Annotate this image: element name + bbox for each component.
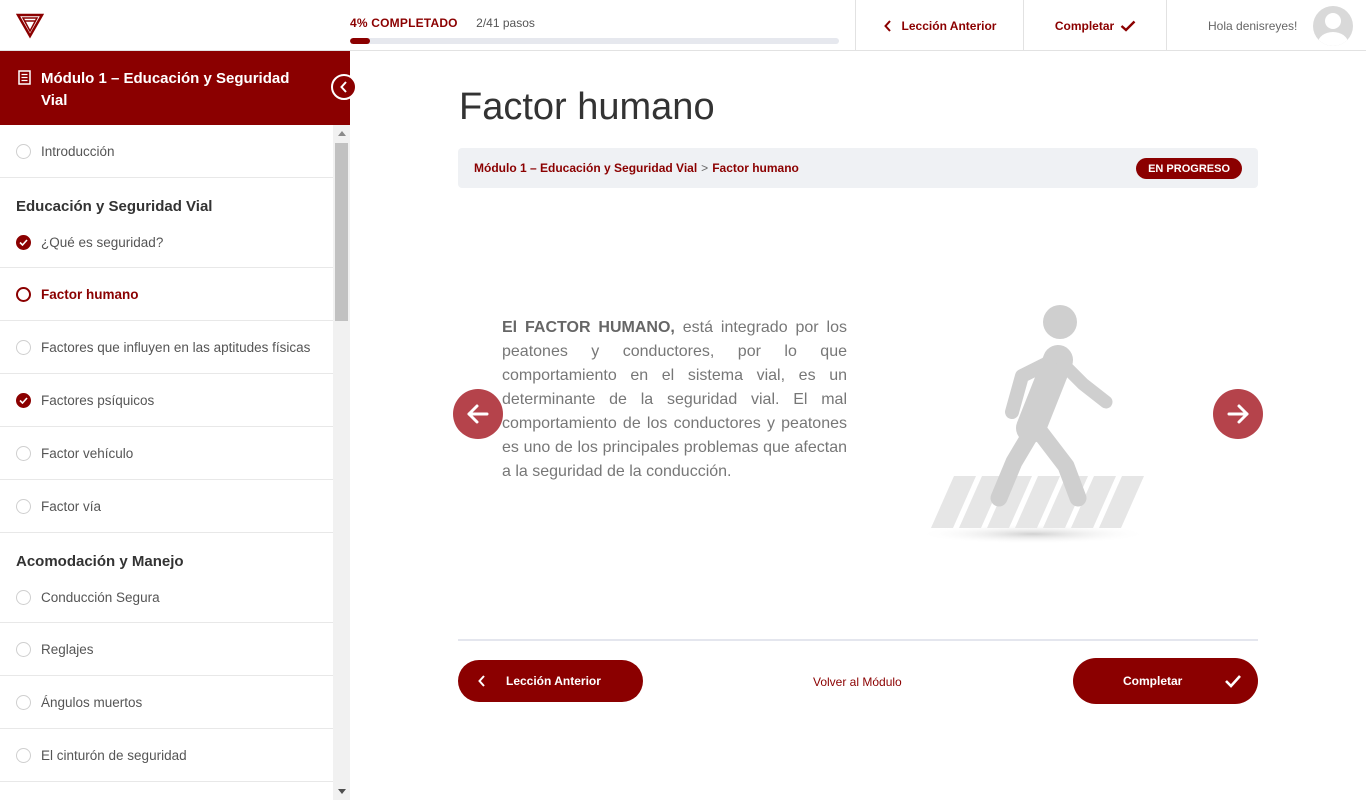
sidebar-lesson-item[interactable]: Introducción bbox=[0, 125, 333, 178]
progress-steps: 2/41 pasos bbox=[476, 16, 535, 30]
sidebar: Módulo 1 – Educación y Seguridad Vial In… bbox=[0, 51, 357, 800]
breadcrumb-lesson[interactable]: Factor humano bbox=[712, 161, 799, 175]
sidebar-lesson-item[interactable]: Factor vehículo bbox=[0, 427, 333, 480]
page-title: Factor humano bbox=[459, 86, 715, 128]
prev-lesson-button[interactable]: Lección Anterior bbox=[458, 660, 643, 702]
circle-icon bbox=[16, 498, 31, 514]
document-icon bbox=[18, 70, 31, 85]
sidebar-module-header: Módulo 1 – Educación y Seguridad Vial bbox=[0, 51, 357, 125]
slide-prev-button[interactable] bbox=[453, 389, 503, 439]
user-greeting: Hola denisreyes! bbox=[1208, 18, 1298, 33]
content-divider bbox=[458, 639, 1258, 641]
breadcrumb-module-link[interactable]: Módulo 1 – Educación y Seguridad Vial bbox=[474, 161, 697, 175]
circle-icon bbox=[16, 590, 31, 605]
avatar[interactable] bbox=[1313, 5, 1354, 46]
circle-icon bbox=[16, 286, 31, 302]
circle-icon bbox=[16, 747, 31, 763]
sidebar-lesson-label: Introducción bbox=[41, 143, 115, 159]
sidebar-lesson-item[interactable]: Factor vía bbox=[0, 480, 333, 533]
arrow-right-icon bbox=[1227, 404, 1249, 424]
breadcrumb-bar: Módulo 1 – Educación y Seguridad Vial > Fa… bbox=[458, 148, 1258, 188]
sidebar-lesson-item[interactable]: Conducción Segura bbox=[0, 573, 333, 623]
chevron-left-icon bbox=[478, 675, 485, 687]
scroll-up-icon[interactable] bbox=[333, 125, 350, 142]
progress-bar-fill bbox=[350, 38, 370, 44]
top-complete-label: Completar bbox=[1054, 18, 1115, 33]
lesson-text-strong: El FACTOR HUMANO, bbox=[502, 319, 675, 336]
arrow-left-icon bbox=[467, 404, 489, 424]
prev-lesson-label: Lección Anterior bbox=[506, 674, 601, 688]
circle-icon bbox=[16, 445, 31, 461]
sidebar-lesson-label: Factor vehículo bbox=[41, 445, 134, 461]
circle-icon bbox=[16, 339, 31, 355]
complete-button[interactable]: Completar bbox=[1073, 658, 1258, 704]
circle-icon bbox=[16, 641, 31, 657]
check-icon bbox=[1225, 675, 1241, 688]
sidebar-lesson-label: Factores psíquicos bbox=[41, 392, 155, 408]
sidebar-lesson-item[interactable]: Factor humano bbox=[0, 268, 333, 321]
sidebar-lesson-label: Factor vía bbox=[41, 498, 102, 514]
sidebar-lesson-label: Conducción Segura bbox=[41, 590, 160, 605]
top-prev-lesson-button[interactable]: Lección Anterior bbox=[855, 0, 1024, 51]
circle-icon bbox=[16, 694, 31, 710]
breadcrumb: Módulo 1 – Educación y Seguridad Vial > Fa… bbox=[474, 161, 799, 175]
sidebar-lesson-item[interactable]: Factores que influyen en las aptitudes f… bbox=[0, 321, 333, 374]
check-circle-icon bbox=[16, 235, 31, 250]
user-menu[interactable]: Hola denisreyes! bbox=[1166, 0, 1366, 51]
sidebar-lesson-item[interactable]: Factores psíquicos bbox=[0, 374, 333, 427]
lesson-list: Introducción Educación y Seguridad Vial ¿Q… bbox=[0, 125, 333, 800]
check-circle-icon bbox=[16, 392, 31, 408]
pedestrian-crossing-illustration bbox=[918, 305, 1148, 544]
progress-percent: 4% COMPLETADO bbox=[350, 16, 458, 30]
scroll-down-icon[interactable] bbox=[333, 783, 350, 800]
sidebar-lesson-item[interactable]: El cinturón de seguridad bbox=[0, 729, 333, 782]
top-prev-label: Lección Anterior bbox=[901, 18, 997, 33]
sidebar-section-heading: Acomodación y Manejo bbox=[16, 553, 184, 570]
chevron-left-icon bbox=[340, 81, 347, 93]
breadcrumb-separator: > bbox=[701, 161, 709, 175]
sidebar-lesson-item[interactable]: Ángulos muertos bbox=[0, 676, 333, 729]
sidebar-collapse-button[interactable] bbox=[331, 74, 357, 100]
top-complete-button[interactable]: Completar bbox=[1023, 0, 1167, 51]
sidebar-lesson-item[interactable]: Reglajes bbox=[0, 623, 333, 676]
sidebar-lesson-label: Ángulos muertos bbox=[41, 694, 143, 710]
complete-label: Completar bbox=[1123, 674, 1183, 688]
check-icon bbox=[1120, 20, 1136, 32]
course-progress: 4% COMPLETADO 2/41 pasos bbox=[350, 14, 840, 44]
sidebar-lesson-label: Factor humano bbox=[41, 286, 139, 302]
sidebar-lesson-item[interactable]: ¿Qué es seguridad? bbox=[0, 218, 333, 268]
sidebar-lesson-label: Reglajes bbox=[41, 641, 94, 657]
progress-bar bbox=[350, 38, 839, 44]
top-bar: 4% COMPLETADO 2/41 pasos Lección Anterio… bbox=[0, 0, 1366, 51]
circle-icon bbox=[16, 143, 31, 159]
sidebar-scrollbar[interactable] bbox=[333, 125, 350, 800]
sidebar-lesson-label: Factores que influyen en las aptitudes f… bbox=[41, 339, 311, 355]
status-badge: EN PROGRESO bbox=[1136, 158, 1242, 179]
lesson-text-body: está integrado por los peatones y conduc… bbox=[502, 319, 847, 480]
chevron-left-icon bbox=[883, 19, 891, 32]
module-title: Módulo 1 – Educación y Seguridad Vial bbox=[41, 70, 290, 109]
sidebar-section-heading: Educación y Seguridad Vial bbox=[16, 198, 213, 215]
sidebar-lesson-label: El cinturón de seguridad bbox=[41, 747, 187, 763]
logo-icon[interactable] bbox=[16, 11, 44, 39]
user-icon bbox=[1318, 12, 1349, 46]
back-to-module-link[interactable]: Volver al Módulo bbox=[813, 675, 902, 689]
scroll-thumb[interactable] bbox=[335, 143, 348, 321]
slide-next-button[interactable] bbox=[1213, 389, 1263, 439]
sidebar-lesson-label: ¿Qué es seguridad? bbox=[41, 235, 164, 250]
lesson-text: El FACTOR HUMANO, está integrado por los… bbox=[502, 316, 847, 484]
